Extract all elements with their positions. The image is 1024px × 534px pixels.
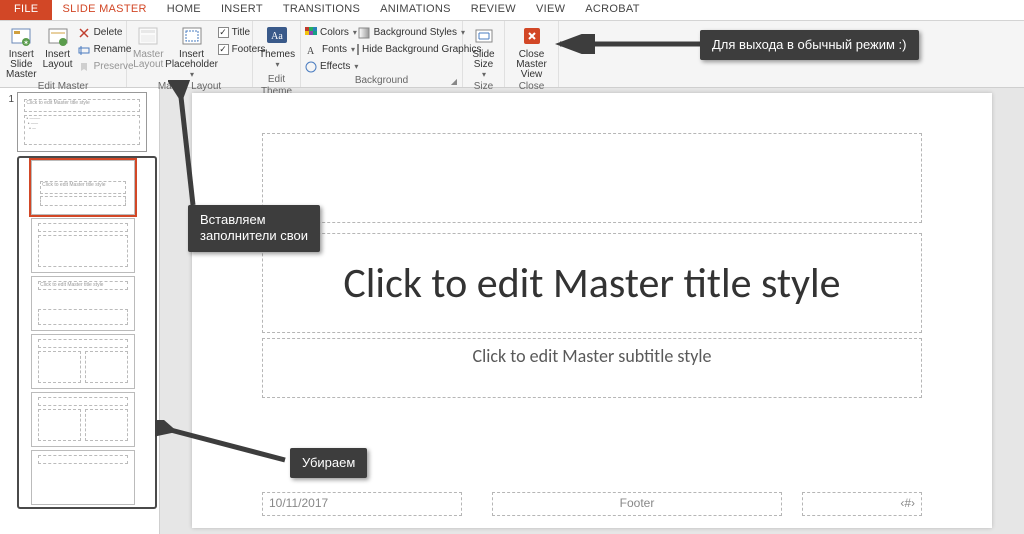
background-styles-icon xyxy=(357,26,371,40)
group-background: Colors▾ A Fonts▾ Effects▾ Background Sty… xyxy=(301,21,463,87)
checkbox-unchecked-icon xyxy=(357,44,359,55)
master-layout-icon xyxy=(136,24,160,48)
thumbnail-pane[interactable]: 1 Click to edit Master title style • ───… xyxy=(0,88,160,534)
layout-thumbnail[interactable]: Click to edit Master title style xyxy=(31,276,135,331)
thumbnail-list: Click to edit Master title style • ─── •… xyxy=(14,92,157,534)
delete-button[interactable]: Delete xyxy=(77,24,134,41)
svg-text:A: A xyxy=(307,46,315,56)
master-number: 1 xyxy=(2,92,14,534)
master-layout-button: Master Layout xyxy=(131,23,166,71)
colors-icon xyxy=(305,26,317,40)
group-label-edit-theme: Edit Theme xyxy=(257,74,296,87)
group-edit-theme: Aa Themes▾ Edit Theme xyxy=(253,21,301,87)
tab-acrobat[interactable]: ACROBAT xyxy=(575,0,649,20)
chevron-down-icon: ▾ xyxy=(354,62,358,71)
chevron-down-icon: ▾ xyxy=(276,60,280,70)
subtitle-placeholder[interactable]: Click to edit Master subtitle style xyxy=(262,338,922,398)
content-placeholder[interactable] xyxy=(262,133,922,223)
layout-group-box: Click to edit Master title style Click t… xyxy=(17,156,157,509)
tab-home[interactable]: HOME xyxy=(157,0,211,20)
subtitle-text: Click to edit Master subtitle style xyxy=(473,345,712,367)
checkbox-checked-icon: ✓ xyxy=(218,27,229,38)
fonts-icon: A xyxy=(305,43,319,57)
edit-master-small-buttons: Delete Rename Preserve xyxy=(77,23,134,75)
insert-slide-master-button[interactable]: ✶ Insert Slide Master xyxy=(4,23,39,81)
slide[interactable]: Click to edit Master title style Click t… xyxy=(192,93,992,528)
slide-master-icon: ✶ xyxy=(9,24,33,48)
chevron-down-icon: ▾ xyxy=(482,70,486,80)
tab-view[interactable]: VIEW xyxy=(526,0,575,20)
themes-button[interactable]: Aa Themes▾ xyxy=(257,23,297,71)
layout-thumbnail[interactable] xyxy=(31,392,135,447)
group-close: Close Master View Close xyxy=(505,21,559,87)
fonts-button[interactable]: A Fonts▾ xyxy=(305,41,355,58)
hide-bg-checkbox[interactable]: Hide Background Graphics xyxy=(357,41,465,58)
background-left-col: Colors▾ A Fonts▾ Effects▾ xyxy=(305,23,355,75)
master-thumbnail[interactable]: Click to edit Master title style • ─── •… xyxy=(17,92,147,152)
footer-placeholder[interactable]: Footer xyxy=(492,492,782,516)
main-area: 1 Click to edit Master title style • ───… xyxy=(0,88,1024,534)
slide-number-placeholder[interactable]: ‹#› xyxy=(802,492,922,516)
chevron-down-icon: ▾ xyxy=(190,70,194,80)
close-icon xyxy=(520,24,544,48)
placeholder-icon xyxy=(180,24,204,48)
close-master-view-button[interactable]: Close Master View xyxy=(509,23,554,81)
layout-thumbnail[interactable] xyxy=(31,218,135,273)
tab-review[interactable]: REVIEW xyxy=(461,0,526,20)
layout-thumbnail[interactable] xyxy=(31,334,135,389)
dialog-launcher-icon[interactable]: ◢ xyxy=(451,76,457,88)
insert-layout-button[interactable]: Insert Layout xyxy=(41,23,75,71)
slide-size-button[interactable]: Slide Size▾ xyxy=(467,23,500,81)
date-placeholder[interactable]: 10/11/2017 xyxy=(262,492,462,516)
layout-thumbnail[interactable]: Click to edit Master title style xyxy=(31,160,135,215)
group-master-layout: Master Layout Insert Placeholder▾ ✓ Titl… xyxy=(127,21,253,87)
layout-thumbnail[interactable] xyxy=(31,450,135,505)
svg-text:Aa: Aa xyxy=(271,31,283,42)
chevron-down-icon: ▾ xyxy=(351,45,355,54)
tab-animations[interactable]: ANIMATIONS xyxy=(370,0,461,20)
checkbox-checked-icon: ✓ xyxy=(218,44,229,55)
svg-text:✶: ✶ xyxy=(23,39,29,47)
title-text: Click to edit Master title style xyxy=(343,258,840,309)
title-placeholder[interactable]: Click to edit Master title style xyxy=(262,233,922,333)
tab-file[interactable]: FILE xyxy=(0,0,52,20)
background-styles-button[interactable]: Background Styles▾ xyxy=(357,24,465,41)
insert-placeholder-button[interactable]: Insert Placeholder▾ xyxy=(168,23,216,81)
background-right-col: Background Styles▾ Hide Background Graph… xyxy=(357,23,465,58)
slide-size-icon xyxy=(472,24,496,48)
insert-layout-icon xyxy=(46,24,70,48)
themes-icon: Aa xyxy=(265,24,289,48)
colors-button[interactable]: Colors▾ xyxy=(305,24,355,41)
group-size: Slide Size▾ Size xyxy=(463,21,505,87)
insert-slide-master-label: Insert Slide Master xyxy=(6,50,37,80)
rename-button[interactable]: Rename xyxy=(77,41,134,58)
group-label-background: Background◢ xyxy=(305,75,458,88)
preserve-icon xyxy=(77,60,91,74)
ribbon: ✶ Insert Slide Master Insert Layout Dele… xyxy=(0,21,1024,88)
preserve-button[interactable]: Preserve xyxy=(77,58,134,75)
tab-slide-master[interactable]: SLIDE MASTER xyxy=(52,0,156,20)
insert-layout-label: Insert Layout xyxy=(43,50,73,70)
effects-icon xyxy=(305,60,317,74)
slide-canvas-area[interactable]: Click to edit Master title style Click t… xyxy=(160,88,1024,534)
tab-transitions[interactable]: TRANSITIONS xyxy=(273,0,370,20)
ribbon-tabs: FILE SLIDE MASTER HOME INSERT TRANSITION… xyxy=(0,0,1024,21)
rename-icon xyxy=(77,43,91,57)
delete-icon xyxy=(77,26,91,40)
tab-insert[interactable]: INSERT xyxy=(211,0,273,20)
effects-button[interactable]: Effects▾ xyxy=(305,58,355,75)
group-edit-master: ✶ Insert Slide Master Insert Layout Dele… xyxy=(0,21,127,87)
